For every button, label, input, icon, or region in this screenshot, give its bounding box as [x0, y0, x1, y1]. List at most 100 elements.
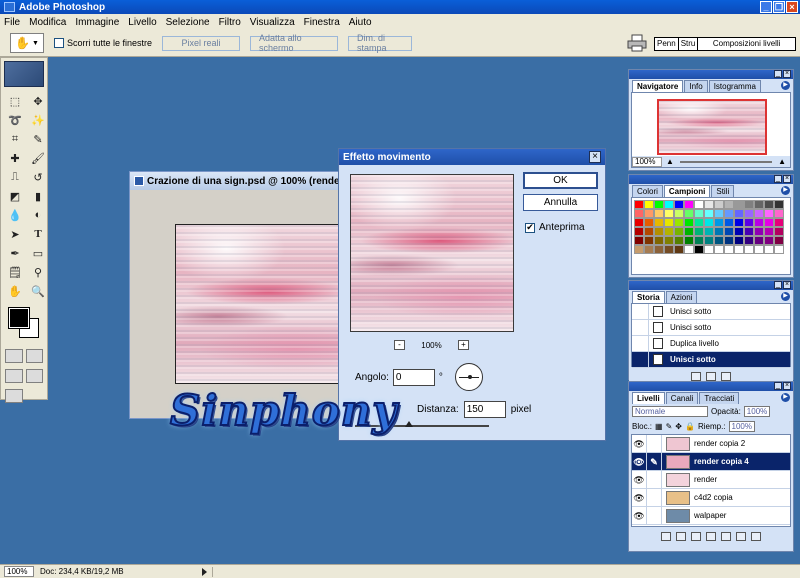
- adjustment-layer-icon[interactable]: [721, 531, 731, 541]
- palette-well-tab[interactable]: Composizioni livelli: [698, 38, 795, 50]
- zoom-in-icon[interactable]: ▲: [778, 157, 786, 166]
- color-swatch[interactable]: [684, 218, 694, 227]
- color-swatch[interactable]: [764, 236, 774, 245]
- color-swatch[interactable]: [644, 245, 654, 254]
- actual-pixels-button[interactable]: Pixel reali: [162, 35, 241, 51]
- new-document-icon[interactable]: [691, 371, 701, 381]
- status-zoom[interactable]: 100%: [4, 566, 34, 577]
- eyedropper-tool-icon[interactable]: ⚲: [28, 263, 48, 281]
- menu-file[interactable]: File: [4, 17, 20, 28]
- move-tool-icon[interactable]: ✥: [28, 92, 48, 110]
- color-swatch[interactable]: [714, 218, 724, 227]
- color-swatch[interactable]: [724, 209, 734, 218]
- history-source-slot[interactable]: [632, 319, 649, 336]
- color-swatch[interactable]: [684, 200, 694, 209]
- menu-livello[interactable]: Livello: [128, 17, 156, 28]
- color-swatch[interactable]: [774, 200, 784, 209]
- angle-dial[interactable]: [455, 363, 483, 391]
- color-swatch[interactable]: [694, 200, 704, 209]
- color-swatch[interactable]: [664, 245, 674, 254]
- color-swatch[interactable]: [724, 200, 734, 209]
- dialog-close-button[interactable]: ×: [589, 151, 601, 163]
- history-item[interactable]: Unisci sotto: [632, 319, 790, 336]
- type-tool-icon[interactable]: T: [28, 225, 48, 243]
- menu-filtro[interactable]: Filtro: [219, 17, 241, 28]
- history-item[interactable]: Unisci sotto: [632, 351, 790, 368]
- link-layers-icon[interactable]: [661, 531, 671, 541]
- color-swatch[interactable]: [644, 209, 654, 218]
- lasso-tool-icon[interactable]: ➰: [5, 111, 25, 129]
- new-group-icon[interactable]: [706, 531, 716, 541]
- color-swatch[interactable]: [694, 218, 704, 227]
- panel-tab-tracciati[interactable]: Tracciati: [699, 392, 740, 404]
- shape-tool-icon[interactable]: ▭: [28, 244, 48, 262]
- panel-tab-campioni[interactable]: Campioni: [663, 185, 711, 197]
- panel-menu-icon[interactable]: ▶: [781, 81, 790, 90]
- color-swatch[interactable]: [764, 209, 774, 218]
- color-swatch[interactable]: [664, 236, 674, 245]
- link-slot[interactable]: [647, 470, 662, 489]
- color-swatch[interactable]: [754, 227, 764, 236]
- pen-tool-icon[interactable]: ✒: [5, 244, 25, 262]
- eye-icon[interactable]: 👁: [632, 452, 647, 471]
- color-swatch[interactable]: [644, 236, 654, 245]
- zoom-tool-icon[interactable]: 🔍: [28, 282, 48, 300]
- color-swatch[interactable]: [764, 227, 774, 236]
- layer-row[interactable]: 👁 render copia 2: [632, 435, 790, 453]
- menu-aiuto[interactable]: Aiuto: [349, 17, 372, 28]
- navigator-zoom-slider[interactable]: [679, 160, 773, 163]
- jump-to-imageready-button[interactable]: [5, 389, 23, 403]
- color-swatch[interactable]: [704, 200, 714, 209]
- navigator-zoom-value[interactable]: 100%: [632, 156, 662, 167]
- color-swatch[interactable]: [744, 245, 754, 254]
- panel-minimize-button[interactable]: _: [774, 382, 782, 390]
- dodge-tool-icon[interactable]: ◐: [28, 206, 48, 224]
- panel-tab-azioni[interactable]: Azioni: [665, 291, 698, 303]
- distance-slider-thumb[interactable]: [404, 421, 413, 427]
- zoom-in-button[interactable]: +: [458, 340, 469, 350]
- scroll-all-windows-toggle[interactable]: Scorri tutte le finestre: [54, 38, 152, 48]
- opacity-input[interactable]: 100%: [743, 406, 770, 417]
- color-swatch[interactable]: [684, 209, 694, 218]
- menu-immagine[interactable]: Immagine: [75, 17, 119, 28]
- color-swatch[interactable]: [654, 200, 664, 209]
- eye-icon[interactable]: 👁: [632, 488, 647, 507]
- tool-preset-picker[interactable]: ✋ ▼: [10, 33, 44, 53]
- healing-brush-tool-icon[interactable]: ✚: [5, 149, 25, 167]
- zoom-out-button[interactable]: -: [394, 340, 405, 350]
- quick-mask-mode-button[interactable]: [25, 349, 43, 363]
- color-swatch[interactable]: [664, 200, 674, 209]
- color-swatch[interactable]: [724, 218, 734, 227]
- panel-tab-info[interactable]: Info: [684, 80, 708, 92]
- color-swatch[interactable]: [704, 236, 714, 245]
- print-size-button[interactable]: Dim. di stampa: [348, 33, 413, 53]
- panel-close-button[interactable]: ×: [783, 281, 791, 289]
- cancel-button[interactable]: Annulla: [523, 194, 598, 211]
- history-brush-tool-icon[interactable]: ↺: [28, 168, 48, 186]
- palette-well-tab[interactable]: Stru: [679, 38, 699, 50]
- document-title-bar[interactable]: Crazione di una sign.psd @ 100% (render …: [130, 172, 343, 190]
- menu-selezione[interactable]: Selezione: [166, 17, 210, 28]
- color-swatch[interactable]: [754, 245, 764, 254]
- panel-menu-icon[interactable]: ▶: [781, 186, 790, 195]
- color-swatch[interactable]: [734, 200, 744, 209]
- panel-tab-canali[interactable]: Canali: [665, 392, 699, 404]
- new-snapshot-icon[interactable]: [706, 371, 716, 381]
- menu-finestra[interactable]: Finestra: [304, 17, 340, 28]
- color-swatch[interactable]: [774, 236, 784, 245]
- panel-close-button[interactable]: ×: [783, 382, 791, 390]
- color-swatch[interactable]: [704, 227, 714, 236]
- panel-tab-livelli[interactable]: Livelli: [632, 392, 665, 404]
- color-swatch[interactable]: [654, 209, 664, 218]
- layer-row[interactable]: 👁 ✎ render copia 4: [632, 452, 790, 471]
- foreground-color-swatch[interactable]: [8, 307, 30, 329]
- layer-mask-icon[interactable]: [691, 531, 701, 541]
- lock-position-icon[interactable]: ✥: [675, 422, 682, 431]
- new-layer-icon[interactable]: [736, 531, 746, 541]
- color-swatch[interactable]: [734, 218, 744, 227]
- status-menu-arrow-icon[interactable]: [202, 568, 207, 576]
- color-swatch[interactable]: [734, 227, 744, 236]
- panel-minimize-button[interactable]: _: [774, 281, 782, 289]
- document-canvas[interactable]: [175, 224, 345, 384]
- gradient-tool-icon[interactable]: ▮: [28, 187, 48, 205]
